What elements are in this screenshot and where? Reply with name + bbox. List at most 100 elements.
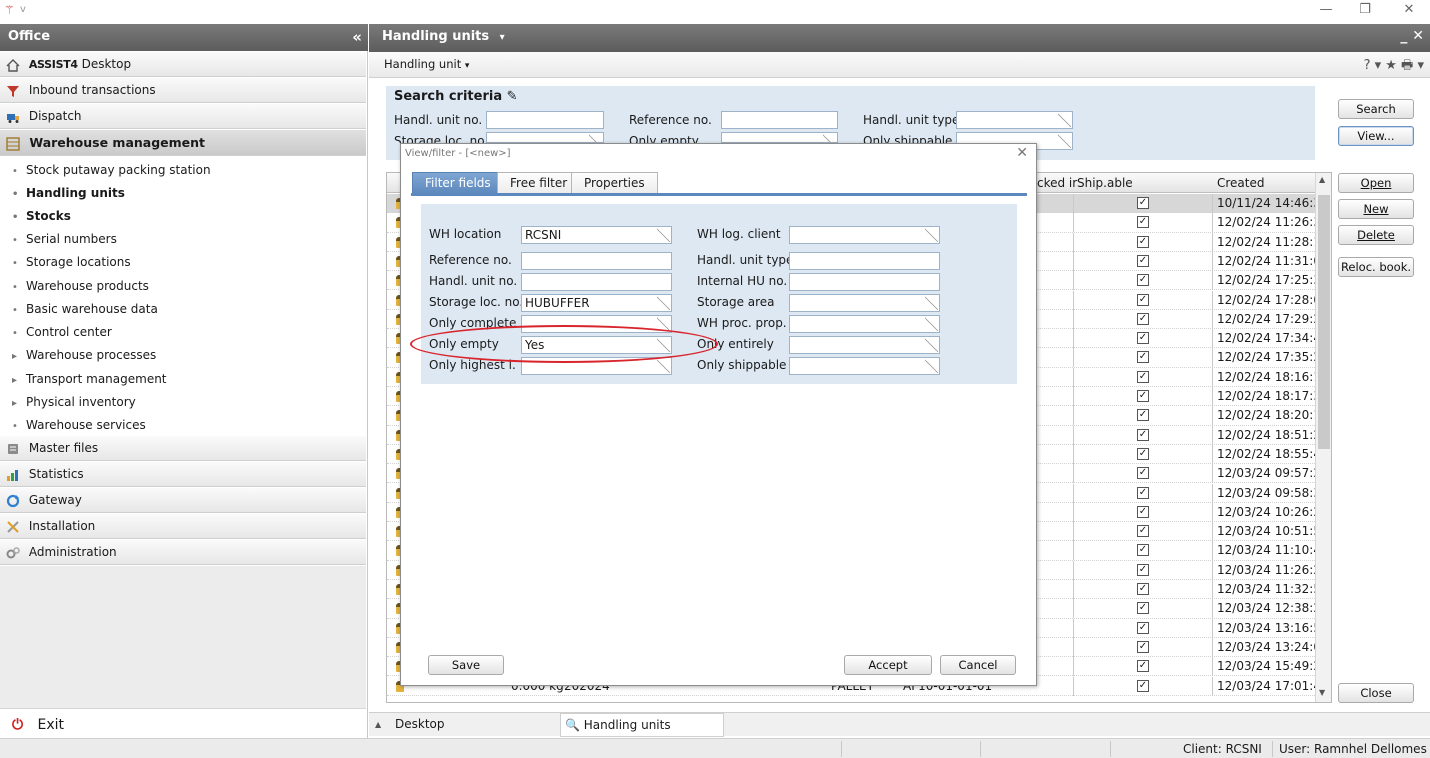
- filter-only-entirely-field[interactable]: [789, 336, 940, 354]
- sidebar-item-installation[interactable]: Installation: [0, 514, 366, 539]
- shipable-checkbox[interactable]: ✓: [1137, 332, 1149, 345]
- created-cell: 12/02/24 18:55:43: [1217, 446, 1329, 461]
- reloc-book-button[interactable]: Reloc. book.: [1338, 257, 1414, 277]
- sidebar-subitem[interactable]: • Stock putaway packing station: [12, 159, 211, 182]
- sidebar-item-warehouse-management[interactable]: Warehouse management: [0, 130, 366, 156]
- shipable-checkbox[interactable]: ✓: [1137, 563, 1149, 576]
- shipable-checkbox[interactable]: ✓: [1137, 216, 1149, 229]
- chevron-down-icon[interactable]: ▾: [465, 61, 470, 71]
- toolbar-icons[interactable]: ? ▾ ★ 🖶 ▾: [1364, 56, 1424, 78]
- shipable-checkbox[interactable]: ✓: [1137, 467, 1149, 480]
- filter-reference-no-field[interactable]: [521, 252, 672, 270]
- shipable-checkbox[interactable]: ✓: [1137, 525, 1149, 538]
- shipable-checkbox[interactable]: ✓: [1137, 274, 1149, 287]
- minimize-icon[interactable]: —: [1311, 2, 1341, 17]
- filter-handl-unit-no-field[interactable]: [521, 273, 672, 291]
- filter-wh-proc-prop-field[interactable]: [789, 315, 940, 333]
- filter-only-shippable-field[interactable]: [789, 357, 940, 375]
- exit-button[interactable]: ⏻ Exit: [0, 708, 366, 740]
- dialog-close-icon[interactable]: ✕: [1016, 145, 1028, 161]
- column-header-created[interactable]: Created: [1217, 176, 1265, 190]
- sidebar-item-statistics[interactable]: Statistics: [0, 462, 366, 487]
- pencil-icon[interactable]: ✎: [507, 89, 518, 104]
- sidebar-item-desktop[interactable]: ASSIST4 Desktop: [0, 52, 366, 77]
- shipable-checkbox[interactable]: ✓: [1137, 293, 1149, 306]
- sidebar-subitem[interactable]: • Serial numbers: [12, 228, 117, 251]
- shipable-checkbox[interactable]: ✓: [1137, 312, 1149, 325]
- expand-tasks-icon[interactable]: ▲: [375, 720, 381, 729]
- shipable-checkbox[interactable]: ✓: [1137, 409, 1149, 422]
- shipable-checkbox[interactable]: ✓: [1137, 486, 1149, 499]
- close-panel-icon[interactable]: _ ✕: [1400, 28, 1424, 44]
- shipable-checkbox[interactable]: ✓: [1137, 640, 1149, 653]
- sidebar-subitem[interactable]: ▸ Warehouse processes: [12, 344, 156, 367]
- filter-wh-location-field[interactable]: RCSNI: [521, 226, 672, 244]
- open-button[interactable]: Open: [1338, 173, 1414, 193]
- filter-wh-log-client-field[interactable]: [789, 226, 940, 244]
- search-storage-loc-select[interactable]: [486, 132, 604, 143]
- sidebar-subitem[interactable]: • Storage locations: [12, 251, 131, 274]
- sidebar-item-dispatch[interactable]: Dispatch: [0, 104, 366, 129]
- search-only-empty-select[interactable]: [721, 132, 838, 143]
- shipable-checkbox[interactable]: ✓: [1137, 544, 1149, 557]
- version-dropdown[interactable]: v: [20, 4, 26, 15]
- tab-free-filter[interactable]: Free filter: [497, 172, 581, 194]
- sidebar-subitem[interactable]: • Warehouse services: [12, 414, 146, 437]
- search-reference-no-input[interactable]: [721, 111, 838, 129]
- filter-storage-area-field[interactable]: [789, 294, 940, 312]
- restore-icon[interactable]: ❐: [1350, 2, 1380, 17]
- sidebar-item-inbound[interactable]: Inbound transactions: [0, 78, 366, 103]
- filter-storage-loc-no-field[interactable]: HUBUFFER: [521, 294, 672, 312]
- shipable-checkbox[interactable]: ✓: [1137, 370, 1149, 383]
- view-button[interactable]: View...: [1338, 126, 1414, 146]
- scroll-down-icon[interactable]: ▼: [1319, 688, 1325, 697]
- sidebar-subitem[interactable]: • Control center: [12, 321, 112, 344]
- close-window-icon[interactable]: ✕: [1394, 2, 1424, 17]
- shipable-checkbox[interactable]: ✓: [1137, 679, 1149, 692]
- sidebar-item-master-files[interactable]: Master files: [0, 436, 366, 461]
- close-button[interactable]: Close: [1338, 683, 1414, 703]
- sidebar-subitem[interactable]: • Handling units: [12, 182, 125, 205]
- dialog-cancel-button[interactable]: Cancel: [940, 655, 1016, 675]
- column-header-locked[interactable]: cked ir: [1037, 176, 1077, 190]
- shipable-checkbox[interactable]: ✓: [1137, 447, 1149, 460]
- shipable-checkbox[interactable]: ✓: [1137, 583, 1149, 595]
- shipable-checkbox[interactable]: ✓: [1137, 505, 1149, 518]
- shipable-checkbox[interactable]: ✓: [1137, 254, 1149, 267]
- tab-filter-fields[interactable]: Filter fields: [412, 172, 504, 194]
- shipable-checkbox[interactable]: ✓: [1137, 197, 1149, 209]
- task-desktop[interactable]: Desktop: [395, 717, 445, 731]
- handling-unit-menu[interactable]: Handling unit: [384, 57, 461, 71]
- sidebar-subitem[interactable]: • Basic warehouse data: [12, 298, 158, 321]
- task-handling-units[interactable]: 🔍 Handling units: [560, 713, 724, 737]
- shipable-checkbox[interactable]: ✓: [1137, 235, 1149, 248]
- sidebar-item-administration[interactable]: Administration: [0, 540, 366, 565]
- shipable-checkbox[interactable]: ✓: [1137, 351, 1149, 364]
- shipable-checkbox[interactable]: ✓: [1137, 660, 1149, 673]
- delete-button[interactable]: Delete: [1338, 225, 1414, 245]
- dialog-save-button[interactable]: Save: [428, 655, 504, 675]
- sidebar-item-gateway[interactable]: Gateway: [0, 488, 366, 513]
- column-header-shipable[interactable]: Ship.able: [1077, 176, 1133, 190]
- sidebar-subitem[interactable]: ▸ Transport management: [12, 368, 167, 391]
- dialog-accept-button[interactable]: Accept: [844, 655, 932, 675]
- tab-properties[interactable]: Properties: [571, 172, 658, 194]
- title-dropdown-icon[interactable]: ▾: [500, 32, 505, 43]
- shipable-checkbox[interactable]: ✓: [1137, 390, 1149, 402]
- search-button[interactable]: Search: [1338, 99, 1414, 119]
- scrollbar-thumb[interactable]: [1318, 195, 1330, 449]
- sidebar-subitem[interactable]: • Warehouse products: [12, 275, 149, 298]
- sidebar-subitem[interactable]: • Stocks: [12, 205, 71, 228]
- scroll-up-icon[interactable]: ▲: [1319, 175, 1325, 184]
- collapse-sidebar-icon[interactable]: «: [352, 28, 362, 46]
- search-handl-unit-no-input[interactable]: [486, 111, 604, 129]
- search-handl-unit-type-select[interactable]: [956, 111, 1073, 129]
- filter-internal-hu-no-field[interactable]: [789, 273, 940, 291]
- filter-handl-unit-type-field[interactable]: [789, 252, 940, 270]
- shipable-checkbox[interactable]: ✓: [1137, 621, 1149, 634]
- shipable-checkbox[interactable]: ✓: [1137, 602, 1149, 615]
- sidebar-subitem[interactable]: ▸ Physical inventory: [12, 391, 136, 414]
- table-scrollbar[interactable]: ▲ ▼: [1315, 173, 1331, 702]
- new-button[interactable]: New: [1338, 199, 1414, 219]
- shipable-checkbox[interactable]: ✓: [1137, 428, 1149, 441]
